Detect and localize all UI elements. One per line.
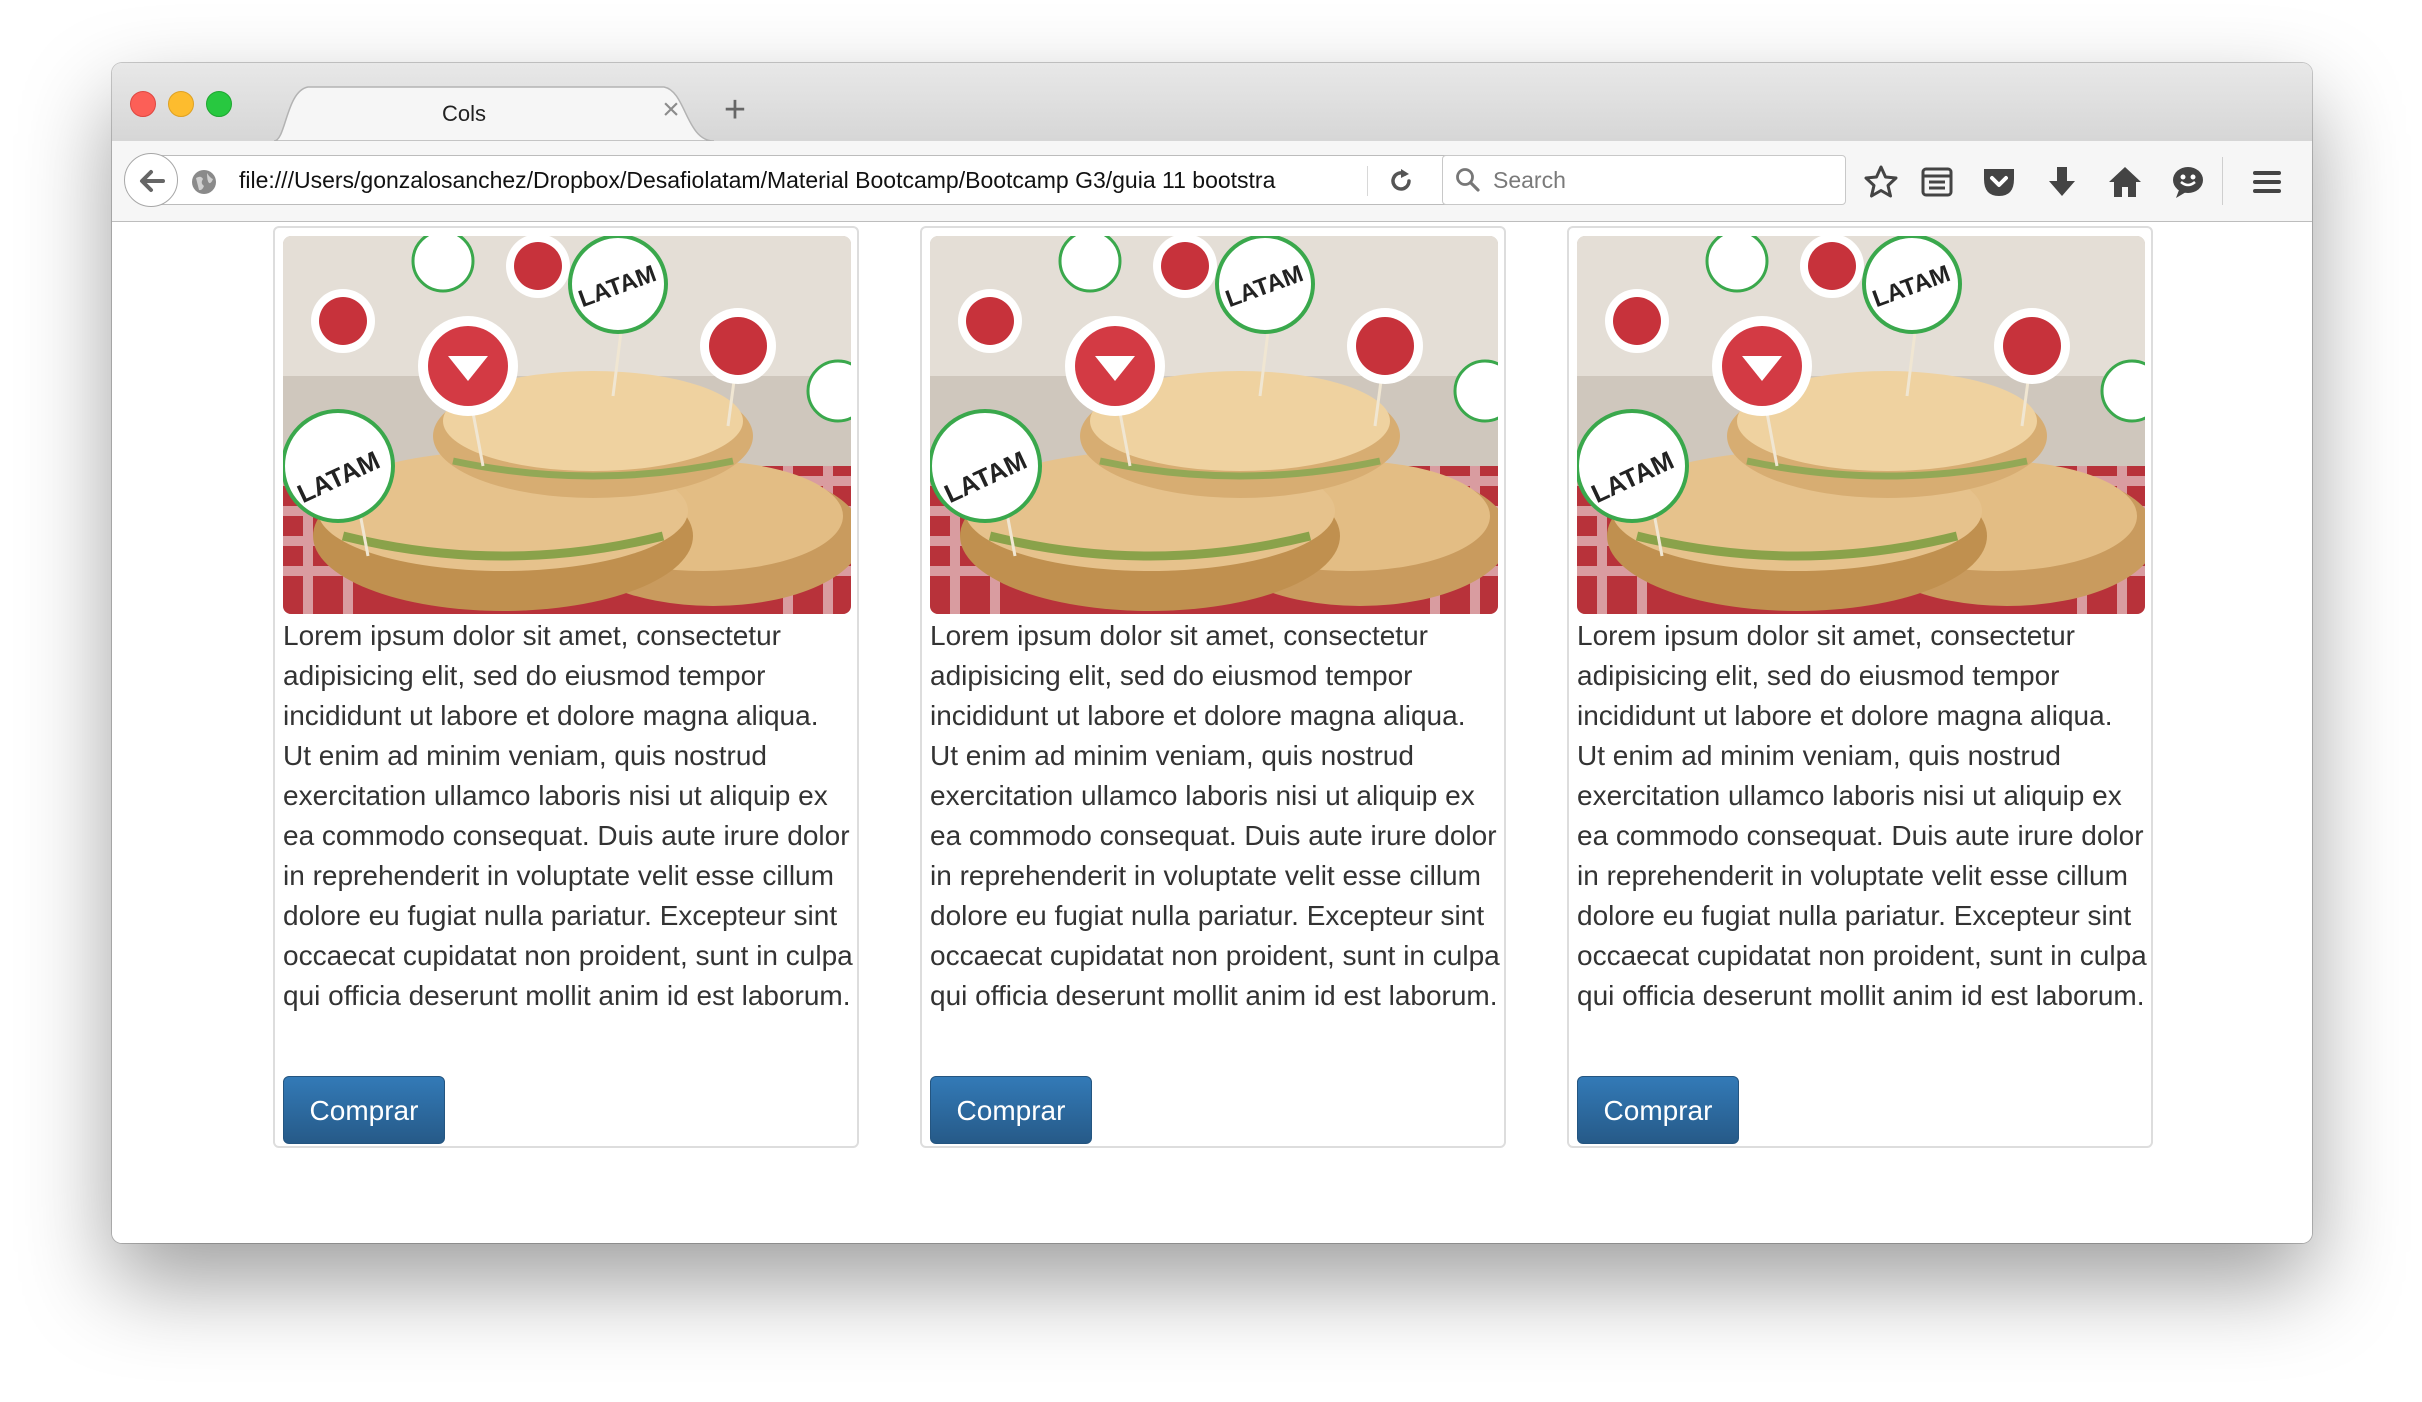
- reading-list-icon[interactable]: [1918, 163, 1956, 201]
- product-image: [283, 236, 851, 614]
- reload-icon[interactable]: [1387, 167, 1415, 195]
- product-card: Lorem ipsum dolor sit amet, consectetur …: [1567, 226, 2153, 1148]
- search-bar[interactable]: Search: [1442, 155, 1846, 205]
- download-icon[interactable]: [2043, 163, 2081, 201]
- comprar-button[interactable]: Comprar: [1577, 1076, 1739, 1144]
- url-text[interactable]: file:///Users/gonzalosanchez/Dropbox/Des…: [239, 167, 1329, 194]
- tab-title: Cols: [441, 101, 486, 126]
- product-card: Lorem ipsum dolor sit amet, consectetur …: [273, 226, 859, 1148]
- comprar-button[interactable]: Comprar: [930, 1076, 1092, 1144]
- product-image: [1577, 236, 2145, 614]
- card-description: Lorem ipsum dolor sit amet, consectetur …: [283, 620, 853, 1011]
- url-bar[interactable]: file:///Users/gonzalosanchez/Dropbox/Des…: [124, 153, 1472, 207]
- comprar-button[interactable]: Comprar: [283, 1076, 445, 1144]
- product-image: [930, 236, 1498, 614]
- url-bar-divider: [1367, 166, 1368, 196]
- tab-close-icon[interactable]: ×: [656, 95, 686, 125]
- product-card: Lorem ipsum dolor sit amet, consectetur …: [920, 226, 1506, 1148]
- page-content: Lorem ipsum dolor sit amet, consectetur …: [112, 222, 2312, 1243]
- tab-cols[interactable]: Cols ×: [274, 83, 714, 143]
- bookmark-star-icon[interactable]: [1862, 163, 1900, 201]
- zoom-window-button[interactable]: [206, 91, 232, 117]
- navigation-bar: file:///Users/gonzalosanchez/Dropbox/Des…: [112, 141, 2312, 222]
- back-arrow-icon: [140, 170, 165, 192]
- search-placeholder: Search: [1493, 167, 1566, 193]
- close-window-button[interactable]: [130, 91, 156, 117]
- search-icon: [1456, 168, 1480, 192]
- globe-icon[interactable]: [191, 169, 217, 195]
- minimize-window-button[interactable]: [168, 91, 194, 117]
- tab-bar: Cols × +: [112, 63, 2312, 143]
- browser-window: Cols × + file:///Users/gonzalosanchez/Dr…: [112, 63, 2312, 1243]
- hamburger-menu-icon[interactable]: [2248, 163, 2286, 201]
- card-description: Lorem ipsum dolor sit amet, consectetur …: [1577, 620, 2147, 1011]
- chat-icon[interactable]: [2169, 163, 2207, 201]
- toolbar-divider: [2222, 157, 2223, 205]
- back-button[interactable]: [124, 153, 178, 207]
- card-description: Lorem ipsum dolor sit amet, consectetur …: [930, 620, 1500, 1011]
- home-icon[interactable]: [2106, 163, 2144, 201]
- new-tab-button[interactable]: +: [717, 91, 753, 129]
- pocket-icon[interactable]: [1980, 163, 2018, 201]
